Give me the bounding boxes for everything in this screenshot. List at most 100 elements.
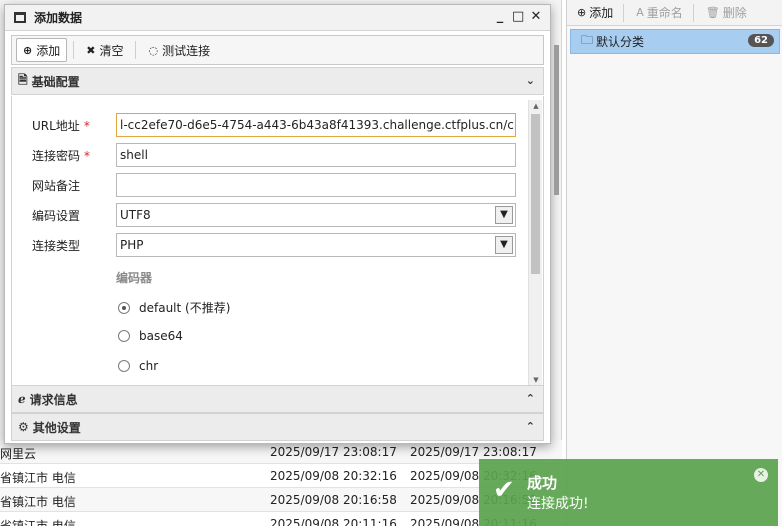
check-icon: ✔ bbox=[493, 475, 515, 505]
category-toolbar: ⊕ 添加 A 重命名 🗑 删除 bbox=[567, 0, 782, 26]
password-row: 连接密码 * shell bbox=[12, 143, 532, 167]
category-panel: ⊕ 添加 A 重命名 🗑 删除 🗀 默认分类 62 bbox=[566, 0, 782, 526]
encoder-option-label: chr bbox=[139, 359, 159, 373]
plus-circle-icon: ⊕ bbox=[577, 6, 587, 19]
toolbar-divider bbox=[692, 3, 694, 22]
scroll-up-icon[interactable]: ▲ bbox=[529, 102, 543, 110]
dialog-title: 添加数据 bbox=[34, 11, 83, 25]
radio-unchecked[interactable] bbox=[118, 330, 130, 342]
delete-category-button[interactable]: 🗑 删除 bbox=[706, 4, 747, 21]
minimize-button[interactable]: _ bbox=[494, 9, 506, 24]
encoder-option-label: default (不推荐) bbox=[139, 301, 231, 315]
test-connection-label: 测试连接 bbox=[162, 43, 211, 58]
clear-button-label: 清空 bbox=[99, 43, 124, 58]
table-cell-location: 省镇江市 电信 bbox=[0, 519, 76, 526]
clear-button[interactable]: ✖ 清空 bbox=[80, 38, 129, 62]
table-row[interactable]: 省镇江市 电信 2025/09/08 20:16:58 2025/09/08 2… bbox=[0, 488, 562, 512]
note-input[interactable] bbox=[116, 173, 516, 197]
scrollbar-thumb[interactable] bbox=[554, 45, 559, 195]
dialog-toolbar: ⊕ 添加 ✖ 清空 ◌ 测试连接 bbox=[11, 35, 544, 65]
url-label: URL地址 * bbox=[32, 119, 90, 133]
category-count-badge: 62 bbox=[748, 34, 774, 47]
type-row: 连接类型 PHP ▼ bbox=[12, 233, 532, 257]
required-marker: * bbox=[84, 149, 91, 163]
rename-category-label: 重命名 bbox=[646, 6, 683, 20]
encoder-option-base64[interactable]: base64 bbox=[118, 329, 183, 343]
close-button[interactable]: ✕ bbox=[530, 9, 542, 24]
plus-circle-icon: ⊕ bbox=[23, 43, 33, 57]
encoding-label: 编码设置 bbox=[32, 209, 81, 223]
data-table: 网里云 2025/09/17 23:08:17 2025/09/17 23:08… bbox=[0, 440, 562, 526]
chevron-up-icon: ⌃ bbox=[525, 392, 535, 405]
category-item-default[interactable]: 🗀 默认分类 62 bbox=[570, 29, 780, 54]
table-cell-location: 省镇江市 电信 bbox=[0, 495, 76, 509]
table-cell-created: 2025/09/17 23:08:17 bbox=[270, 445, 397, 459]
page-scrollbar[interactable] bbox=[552, 45, 562, 205]
chevron-down-icon[interactable]: ▼ bbox=[495, 236, 513, 254]
file-text-icon: 🗎 bbox=[18, 72, 28, 87]
rename-category-button[interactable]: A 重命名 bbox=[636, 4, 683, 21]
toolbar-divider bbox=[73, 41, 75, 59]
required-marker: * bbox=[83, 119, 90, 133]
chevron-up-icon: ⌃ bbox=[525, 420, 535, 433]
add-data-dialog: 添加数据 _ □ ✕ ⊕ 添加 ✖ 清空 ◌ 测试连接 🗎 基础配置 ⌄ URL… bbox=[4, 4, 559, 444]
table-row[interactable]: 省镇江市 电信 2025/09/08 20:32:16 2025/09/08 2… bbox=[0, 464, 562, 488]
note-label: 网站备注 bbox=[32, 179, 81, 193]
add-category-label: 添加 bbox=[589, 6, 614, 20]
toolbar-divider bbox=[623, 3, 625, 22]
radio-checked[interactable] bbox=[118, 301, 130, 314]
x-icon: ✖ bbox=[86, 43, 96, 57]
category-name: 默认分类 bbox=[596, 35, 645, 49]
scroll-down-icon[interactable]: ▼ bbox=[529, 376, 543, 384]
password-input[interactable]: shell bbox=[116, 143, 516, 167]
section-header-request[interactable]: ℯ 请求信息 ⌃ bbox=[11, 385, 544, 413]
scrollbar-thumb[interactable] bbox=[531, 114, 540, 274]
encoder-option-chr[interactable]: chr bbox=[118, 359, 158, 373]
close-icon[interactable]: ✕ bbox=[754, 468, 768, 482]
ie-icon: ℯ bbox=[18, 392, 26, 406]
font-icon: A bbox=[636, 6, 644, 19]
gears-icon: ⚙ bbox=[18, 420, 29, 434]
type-value: PHP bbox=[120, 238, 144, 252]
chevron-down-icon[interactable]: ▼ bbox=[495, 206, 513, 224]
type-select[interactable]: PHP ▼ bbox=[116, 233, 516, 257]
section-title-other: 其他设置 bbox=[32, 420, 81, 435]
chevron-down-icon: ⌄ bbox=[525, 74, 535, 87]
url-input[interactable]: l-cc2efe70-d6e5-4754-a443-6b43a8f41393.c… bbox=[116, 113, 516, 137]
success-toast: ✔ 成功 连接成功! ✕ bbox=[479, 459, 778, 526]
section-header-other[interactable]: ⚙ 其他设置 ⌃ bbox=[11, 413, 544, 441]
toast-message: 连接成功! bbox=[527, 496, 589, 512]
type-label: 连接类型 bbox=[32, 239, 81, 253]
encoder-title: 编码器 bbox=[116, 271, 153, 285]
table-cell-created: 2025/09/08 20:16:58 bbox=[270, 493, 397, 507]
form-scrollbar[interactable]: ▲ ▼ bbox=[528, 100, 542, 386]
window-controls: _ □ ✕ bbox=[494, 9, 542, 24]
test-connection-button[interactable]: ◌ 测试连接 bbox=[142, 38, 216, 62]
section-title-request: 请求信息 bbox=[29, 392, 78, 407]
encoder-option-default[interactable]: default (不推荐) bbox=[118, 299, 230, 316]
encoding-select[interactable]: UTF8 ▼ bbox=[116, 203, 516, 227]
table-cell-updated: 2025/09/17 23:08:17 bbox=[410, 445, 537, 459]
note-row: 网站备注 bbox=[12, 173, 532, 197]
add-button[interactable]: ⊕ 添加 bbox=[16, 38, 68, 62]
delete-category-label: 删除 bbox=[722, 6, 747, 20]
section-header-basic[interactable]: 🗎 基础配置 ⌄ bbox=[11, 67, 544, 95]
maximize-button[interactable]: □ bbox=[512, 9, 524, 24]
toast-title: 成功 bbox=[527, 474, 558, 492]
toolbar-divider bbox=[135, 41, 137, 59]
section-title-basic: 基础配置 bbox=[31, 74, 80, 89]
add-button-label: 添加 bbox=[36, 43, 61, 58]
folder-icon: 🗀 bbox=[581, 33, 594, 47]
add-category-button[interactable]: ⊕ 添加 bbox=[577, 4, 613, 21]
dialog-titlebar[interactable]: 添加数据 _ □ ✕ bbox=[5, 5, 550, 31]
trash-icon: 🗑 bbox=[705, 6, 720, 19]
basic-config-form: URL地址 * l-cc2efe70-d6e5-4754-a443-6b43a8f… bbox=[11, 96, 544, 386]
encoding-row: 编码设置 UTF8 ▼ bbox=[12, 203, 532, 227]
radio-unchecked[interactable] bbox=[118, 360, 130, 372]
spinner-icon: ◌ bbox=[148, 43, 159, 57]
url-row: URL地址 * l-cc2efe70-d6e5-4754-a443-6b43a8f… bbox=[12, 113, 532, 137]
window-icon bbox=[14, 12, 26, 23]
password-label: 连接密码 * bbox=[32, 149, 91, 163]
table-row[interactable]: 省镇江市 电信 2025/09/08 20:11:16 2025/09/08 2… bbox=[0, 512, 562, 526]
table-cell-location: 省镇江市 电信 bbox=[0, 471, 76, 485]
